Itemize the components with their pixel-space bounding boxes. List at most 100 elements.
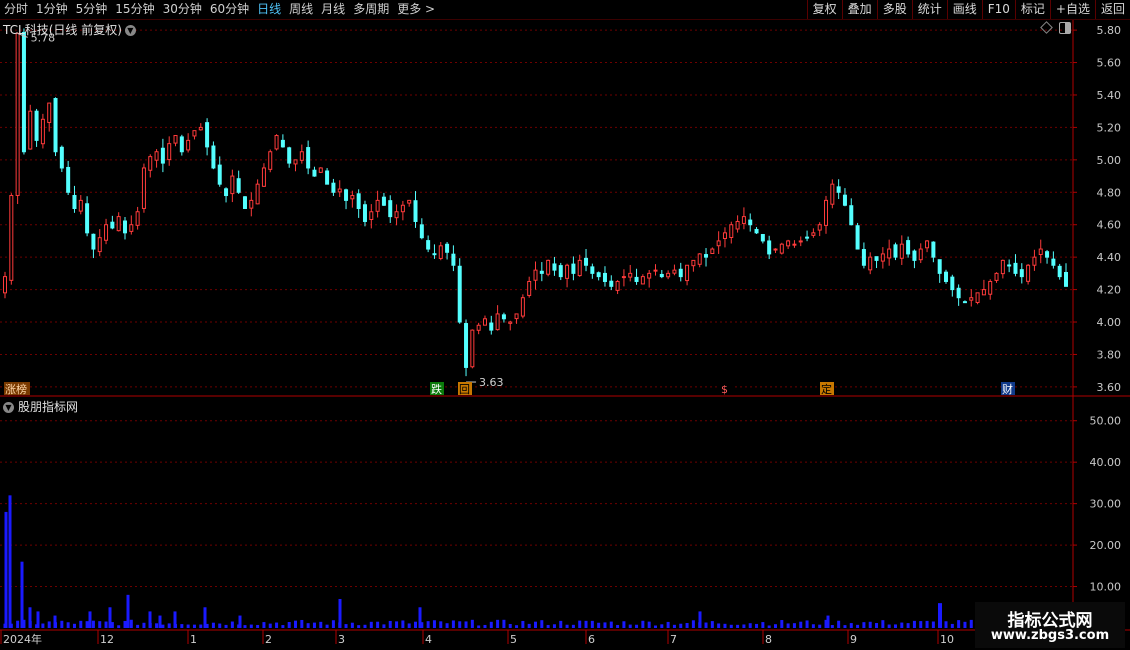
volume-bar (72, 623, 76, 628)
volume-bar (559, 620, 563, 628)
candle-body (539, 270, 544, 274)
volume-bar (167, 623, 171, 628)
candle-body (817, 224, 822, 231)
candle-body (981, 289, 986, 296)
candle-body (659, 273, 664, 278)
price-tick-label: 5.40 (1097, 89, 1122, 102)
volume-bar (691, 620, 695, 628)
candle-body (129, 224, 134, 232)
volume-bar (287, 622, 291, 628)
volume-bar (780, 620, 784, 628)
candle-body (249, 199, 254, 209)
volume-bar (717, 623, 721, 628)
volume-bar (710, 621, 714, 628)
candle-body (962, 301, 967, 304)
candle-body (47, 102, 52, 123)
volume-bar (464, 621, 468, 628)
candle-body (394, 211, 399, 219)
volume-bar (85, 621, 89, 628)
x-tick-label: 4 (425, 633, 432, 646)
candle-body (1057, 265, 1062, 278)
x-tick-label: 5 (510, 633, 517, 646)
volume-bar (837, 620, 841, 628)
candle-body (91, 233, 96, 250)
candle-body (66, 166, 71, 193)
panel-layout-icon[interactable] (1059, 22, 1071, 34)
chevron-down-icon[interactable]: ▼ (3, 402, 14, 413)
candle-body (482, 318, 487, 326)
candle-body (381, 196, 386, 206)
volume-bar (515, 625, 519, 628)
x-tick-label: 6 (588, 633, 595, 646)
candle-body (407, 199, 412, 204)
volume-bar (963, 621, 967, 628)
candle-body (331, 182, 336, 193)
candle-body (306, 147, 311, 169)
candle-body (72, 194, 77, 210)
volume-bar (527, 623, 531, 628)
price-tick-label: 4.60 (1097, 219, 1122, 232)
volume-bar (893, 624, 897, 628)
volume-bar (180, 624, 184, 628)
volume-bar (126, 594, 130, 628)
candle-body (1064, 272, 1068, 287)
volume-bar (470, 619, 474, 628)
candle-body (735, 220, 740, 230)
candle-body (1019, 269, 1024, 278)
volume-bar (805, 620, 809, 628)
volume-bar (679, 623, 683, 628)
candle-body (350, 195, 355, 200)
volume-bar (565, 624, 569, 628)
volume-bar (502, 619, 506, 628)
candle-body (786, 240, 791, 247)
candle-body (318, 167, 323, 173)
price-tick-label: 4.40 (1097, 251, 1122, 264)
chevron-down-icon[interactable]: ▼ (124, 25, 136, 36)
candle-body (287, 147, 292, 164)
volume-bar (203, 607, 207, 628)
candle-body (678, 268, 683, 278)
candle-body (135, 211, 140, 226)
x-tick-label: 8 (765, 633, 772, 646)
volume-bar (950, 623, 954, 628)
event-marker-label: 财 (1002, 382, 1013, 396)
candle-body (419, 224, 424, 239)
candle-body (584, 257, 589, 266)
x-tick-label: 2024年 (3, 632, 42, 646)
candle-body (116, 216, 121, 232)
volume-bar (887, 624, 891, 628)
volume-bar (432, 620, 436, 628)
candle-body (1013, 262, 1018, 274)
volume-bar (723, 623, 727, 628)
price-tick-label: 4.20 (1097, 284, 1122, 297)
x-tick-label: 9 (850, 633, 857, 646)
candle-body (53, 98, 58, 153)
low-label: 3.63 (479, 376, 504, 389)
candle-body (356, 193, 361, 209)
chart-title-text: TCL科技(日线 前复权) (3, 23, 122, 37)
candle-body (122, 220, 127, 234)
volume-bar (123, 620, 127, 628)
volume-bar (912, 620, 916, 628)
candle-body (931, 241, 936, 258)
candle-body (413, 200, 418, 222)
volume-bar (616, 624, 620, 628)
volume-bar (919, 621, 923, 628)
candle-body (495, 313, 500, 331)
volume-bar (906, 623, 910, 628)
volume-bar (88, 611, 92, 628)
volume-bar (761, 622, 765, 628)
volume-bar (79, 620, 83, 628)
volume-bar (742, 624, 746, 628)
candle-body (527, 280, 532, 296)
volume-bar (496, 619, 500, 628)
volume-bar (445, 623, 449, 628)
kline-chart[interactable]: 5.80 5.60 5.40 5.20 5.00 4.80 4.60 4.40 4.20 4.00… (0, 0, 1130, 650)
candle-body (268, 151, 273, 170)
candle-body (805, 236, 810, 239)
volume-bar (104, 621, 108, 628)
candle-body (533, 269, 538, 281)
candle-body (754, 228, 759, 234)
candle-body (21, 31, 26, 153)
candle-body (242, 196, 247, 209)
